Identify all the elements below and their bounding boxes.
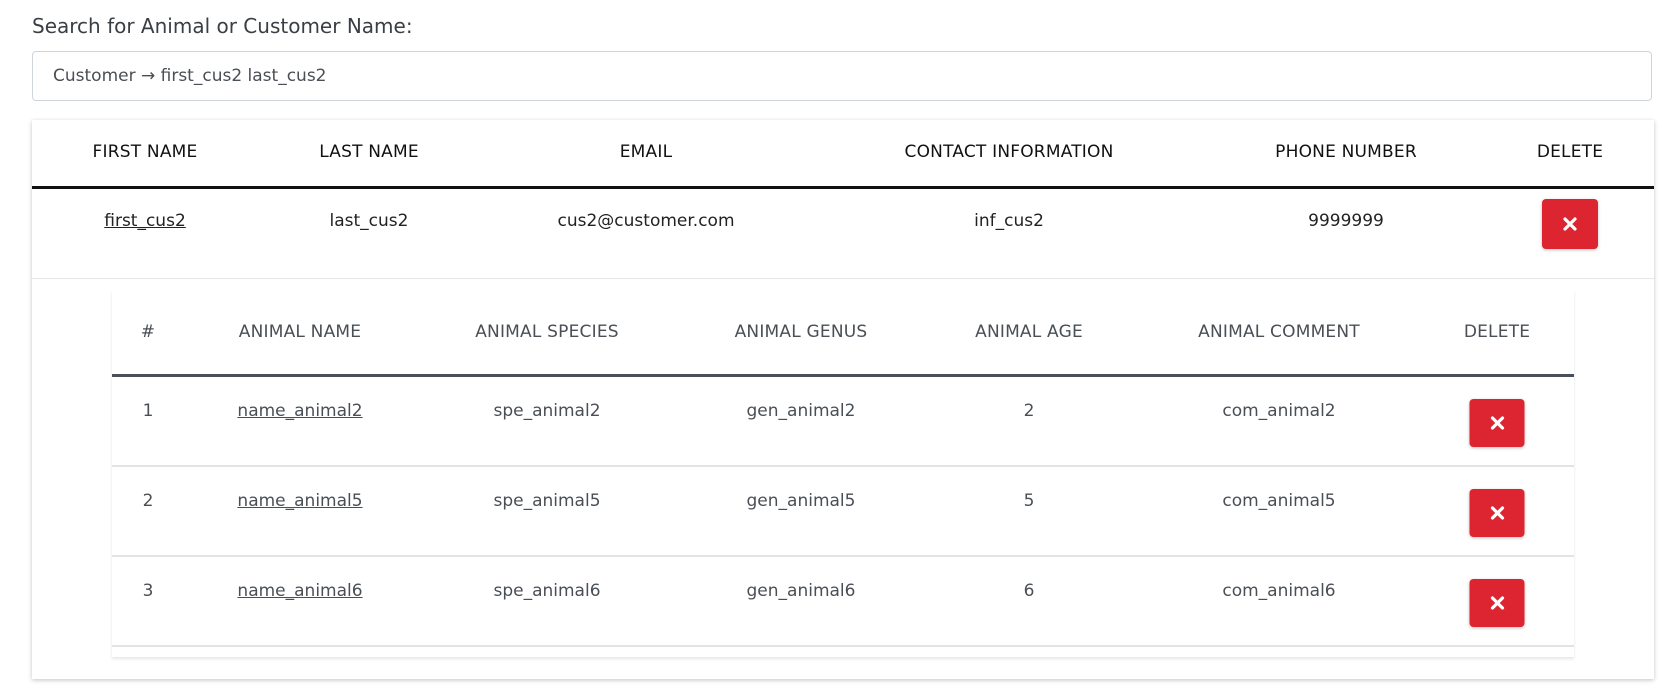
customer-contact: inf_cus2 — [974, 211, 1044, 231]
animal-row: 3 name_animal6 spe_animal6 gen_animal6 6… — [112, 557, 1574, 647]
customer-table-header: FIRST NAME LAST NAME EMAIL CONTACT INFOR… — [32, 120, 1654, 189]
page: Search for Animal or Customer Name: FIRS… — [0, 0, 1676, 696]
animal-row: 1 name_animal2 spe_animal2 gen_animal2 2… — [112, 377, 1574, 467]
animal-number: 3 — [142, 581, 154, 601]
header-delete: DELETE — [1536, 142, 1604, 162]
animal-number: 2 — [142, 491, 154, 511]
header-animal-comment: ANIMAL COMMENT — [1198, 322, 1360, 342]
animal-table: # ANIMAL NAME ANIMAL SPECIES ANIMAL GENU… — [112, 290, 1574, 657]
header-animal-age: ANIMAL AGE — [975, 322, 1083, 342]
animal-species: spe_animal5 — [493, 491, 601, 511]
animal-comment: com_animal6 — [1222, 581, 1336, 601]
animal-age: 5 — [1023, 491, 1035, 511]
customer-email: cus2@customer.com — [557, 211, 735, 231]
close-icon — [1490, 506, 1504, 520]
animal-table-header: # ANIMAL NAME ANIMAL SPECIES ANIMAL GENU… — [112, 290, 1574, 377]
customer-row: first_cus2 last_cus2 cus2@customer.com i… — [32, 189, 1654, 279]
customer-card: FIRST NAME LAST NAME EMAIL CONTACT INFOR… — [32, 120, 1654, 679]
header-animal-delete: DELETE — [1463, 322, 1531, 342]
animal-comment: com_animal5 — [1222, 491, 1336, 511]
close-icon — [1563, 217, 1577, 231]
animal-age: 6 — [1023, 581, 1035, 601]
header-number: # — [140, 322, 156, 342]
delete-animal-button[interactable] — [1469, 579, 1525, 627]
animal-row: 2 name_animal5 spe_animal5 gen_animal5 5… — [112, 467, 1574, 557]
animal-number: 1 — [142, 401, 154, 421]
header-last-name: LAST NAME — [319, 142, 419, 162]
animal-genus: gen_animal2 — [746, 401, 856, 421]
header-animal-species: ANIMAL SPECIES — [475, 322, 619, 342]
animal-genus: gen_animal6 — [746, 581, 856, 601]
header-email: EMAIL — [619, 142, 673, 162]
animal-name-link[interactable]: name_animal5 — [237, 491, 362, 511]
search-label: Search for Animal or Customer Name: — [32, 14, 413, 38]
animal-age: 2 — [1023, 401, 1035, 421]
header-animal-name: ANIMAL NAME — [238, 322, 362, 342]
animal-species: spe_animal6 — [493, 581, 601, 601]
delete-animal-button[interactable] — [1469, 489, 1525, 537]
animal-name-link[interactable]: name_animal2 — [237, 401, 362, 421]
customer-first-name-link[interactable]: first_cus2 — [104, 211, 186, 231]
animal-comment: com_animal2 — [1222, 401, 1336, 421]
animal-name-link[interactable]: name_animal6 — [237, 581, 362, 601]
search-input[interactable] — [32, 51, 1652, 101]
header-first-name: FIRST NAME — [92, 142, 198, 162]
header-animal-genus: ANIMAL GENUS — [734, 322, 868, 342]
customer-last-name: last_cus2 — [329, 211, 409, 231]
animal-species: spe_animal2 — [493, 401, 601, 421]
delete-customer-button[interactable] — [1542, 199, 1598, 249]
animal-genus: gen_animal5 — [746, 491, 856, 511]
close-icon — [1490, 416, 1504, 430]
delete-animal-button[interactable] — [1469, 399, 1525, 447]
header-phone-number: PHONE NUMBER — [1275, 142, 1417, 162]
customer-phone: 9999999 — [1308, 211, 1384, 231]
header-contact-information: CONTACT INFORMATION — [904, 142, 1114, 162]
close-icon — [1490, 596, 1504, 610]
